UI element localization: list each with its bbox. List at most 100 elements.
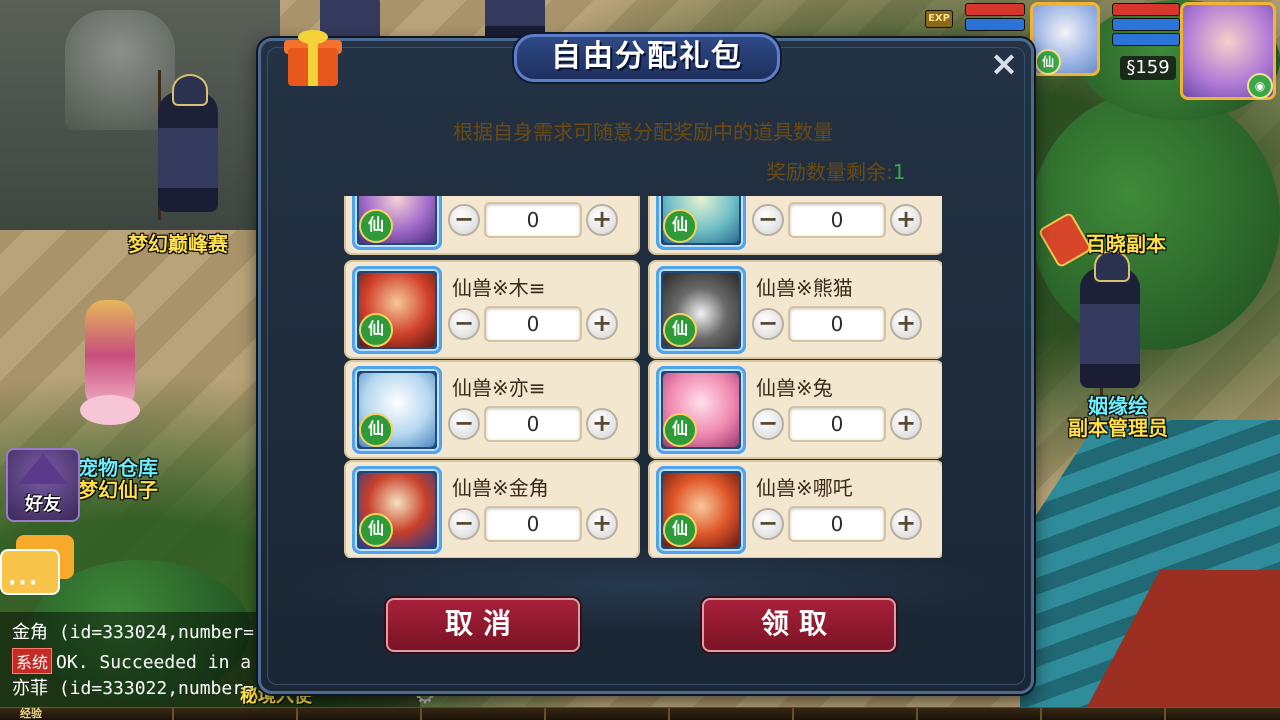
pet-portrait-frame: 仙 <box>656 466 746 554</box>
pet-mp-bar <box>965 18 1025 31</box>
reward-item-card: 仙 仙兽※哪吒 − 0 + <box>648 460 942 558</box>
npc-guard[interactable] <box>1080 250 1140 388</box>
player-status-badge: ◉ <box>1247 73 1273 99</box>
chat-line: 系统 OK. Succeeded in a <box>12 648 262 674</box>
pet-name: 仙兽※金角 <box>452 476 549 500</box>
system-tag: 系统 <box>12 648 53 674</box>
plus-button[interactable]: + <box>890 204 922 236</box>
plus-button[interactable]: + <box>586 408 618 440</box>
minus-button[interactable]: − <box>448 308 480 340</box>
plus-button[interactable]: + <box>890 408 922 440</box>
pet-name: 仙兽※兔 <box>756 376 833 400</box>
pet-name: 仙兽※熊猫 <box>756 276 853 300</box>
xian-badge-icon: 仙 <box>663 513 697 547</box>
reward-item-card: 仙 − 0 + <box>344 196 640 255</box>
chat-sender[interactable]: 亦菲 <box>12 678 48 699</box>
npc-guard[interactable] <box>158 74 218 212</box>
claim-button[interactable]: 领取 <box>702 598 896 652</box>
xian-badge-icon: 仙 <box>359 313 393 347</box>
quantity-field[interactable]: 0 <box>788 406 886 442</box>
chat-text: (id=333022,number= <box>58 678 254 699</box>
dialog-title: 自由分配礼包 <box>551 39 743 74</box>
pet-portrait-frame: 仙 <box>656 266 746 354</box>
gift-bow <box>298 30 328 44</box>
lotus-pedestal <box>80 395 140 425</box>
minus-button[interactable]: − <box>448 508 480 540</box>
dialog-description: 根据自身需求可随意分配奖励中的道具数量 <box>453 120 833 144</box>
pet-portrait-frame: 仙 <box>352 266 442 354</box>
pet-portrait[interactable]: 仙 <box>1030 2 1100 76</box>
close-icon[interactable]: × <box>988 47 1020 81</box>
plus-button[interactable]: + <box>586 508 618 540</box>
npc-label-peak-contest[interactable]: 梦幻巅峰赛 <box>128 228 228 257</box>
reward-item-card: 仙 仙兽※熊猫 − 0 + <box>648 260 942 359</box>
pet-portrait-frame: 仙 <box>656 366 746 454</box>
pet-name: 仙兽※哪吒 <box>756 476 853 500</box>
pet-portrait-frame: 仙 <box>656 196 746 250</box>
quantity-field[interactable]: 0 <box>788 306 886 342</box>
friends-button[interactable]: 好友 <box>6 448 80 522</box>
xian-badge-icon: 仙 <box>663 209 697 243</box>
npc-label-dungeon-admin[interactable]: 副本管理员 <box>1068 412 1168 441</box>
plus-button[interactable]: + <box>586 204 618 236</box>
chat-text: (id=333024,number= <box>58 622 254 643</box>
minus-button[interactable]: − <box>752 508 784 540</box>
quantity-field[interactable]: 0 <box>484 506 582 542</box>
chat-sender[interactable]: 金角 <box>12 622 48 643</box>
chat-dots: ··· <box>8 571 40 596</box>
minus-button[interactable]: − <box>752 204 784 236</box>
chat-line: 金角 (id=333024,number= <box>12 618 262 644</box>
exp-bar-ticks <box>50 708 1280 720</box>
pet-name: 仙兽※亦≡ <box>452 376 546 400</box>
xian-badge-icon: 仙 <box>359 513 393 547</box>
pet-name: 仙兽※木≡ <box>452 276 546 300</box>
chat-button[interactable]: ··· <box>0 535 76 599</box>
player-level: §159 <box>1120 56 1176 80</box>
player-mp-bar <box>1112 18 1180 31</box>
plus-button[interactable]: + <box>890 308 922 340</box>
minus-button[interactable]: − <box>448 408 480 440</box>
reward-item-card: 仙 − 0 + <box>648 196 942 255</box>
plus-button[interactable]: + <box>890 508 922 540</box>
pet-xian-badge: 仙 <box>1035 49 1061 75</box>
plus-button[interactable]: + <box>586 308 618 340</box>
reward-item-card: 仙 仙兽※金角 − 0 + <box>344 460 640 558</box>
quantity-field[interactable]: 0 <box>484 306 582 342</box>
quantity-field[interactable]: 0 <box>788 202 886 238</box>
npc-label-fairy[interactable]: 梦幻仙子 <box>78 474 158 503</box>
experience-bar: 经验 <box>0 707 1280 720</box>
npc-fairy[interactable] <box>85 300 135 410</box>
pet-portrait-frame: 仙 <box>352 366 442 454</box>
xian-badge-icon: 仙 <box>359 413 393 447</box>
minus-button[interactable]: − <box>448 204 480 236</box>
reward-item-card: 仙 仙兽※兔 − 0 + <box>648 360 942 459</box>
player-sp-bar <box>1112 33 1180 46</box>
player-hp-bar <box>1112 3 1180 16</box>
dialog-title-plate: 自由分配礼包 <box>514 34 780 82</box>
pet-portrait-frame: 仙 <box>352 196 442 250</box>
cancel-button[interactable]: 取消 <box>386 598 580 652</box>
player-portrait[interactable]: ◉ <box>1180 2 1276 100</box>
quantity-field[interactable]: 0 <box>788 506 886 542</box>
reward-item-list[interactable]: 仙 − 0 + 仙 − 0 + 仙 仙兽※木≡ − 0 + 仙 仙兽※熊猫 − … <box>344 196 942 558</box>
minus-button[interactable]: − <box>752 308 784 340</box>
exp-badge: EXP <box>925 10 953 28</box>
quantity-field[interactable]: 0 <box>484 406 582 442</box>
remaining-value: 1 <box>892 160 906 184</box>
quantity-field[interactable]: 0 <box>484 202 582 238</box>
pet-portrait-frame: 仙 <box>352 466 442 554</box>
friends-label: 好友 <box>25 494 61 515</box>
xian-badge-icon: 仙 <box>359 209 393 243</box>
xian-badge-icon: 仙 <box>663 413 697 447</box>
pet-hp-bar <box>965 3 1025 16</box>
npc-label-baixiao-dungeon[interactable]: 百晓副本 <box>1086 228 1166 257</box>
reward-item-card: 仙 仙兽※亦≡ − 0 + <box>344 360 640 459</box>
chat-text: OK. Succeeded in a <box>56 652 252 673</box>
reward-item-card: 仙 仙兽※木≡ − 0 + <box>344 260 640 359</box>
gift-box-icon <box>284 30 342 88</box>
remaining-label: 奖励数量剩余: <box>766 160 893 184</box>
xian-badge-icon: 仙 <box>663 313 697 347</box>
minus-button[interactable]: − <box>752 408 784 440</box>
chat-bubble-icon: ··· <box>0 549 60 595</box>
friend-hat-icon <box>18 454 68 484</box>
